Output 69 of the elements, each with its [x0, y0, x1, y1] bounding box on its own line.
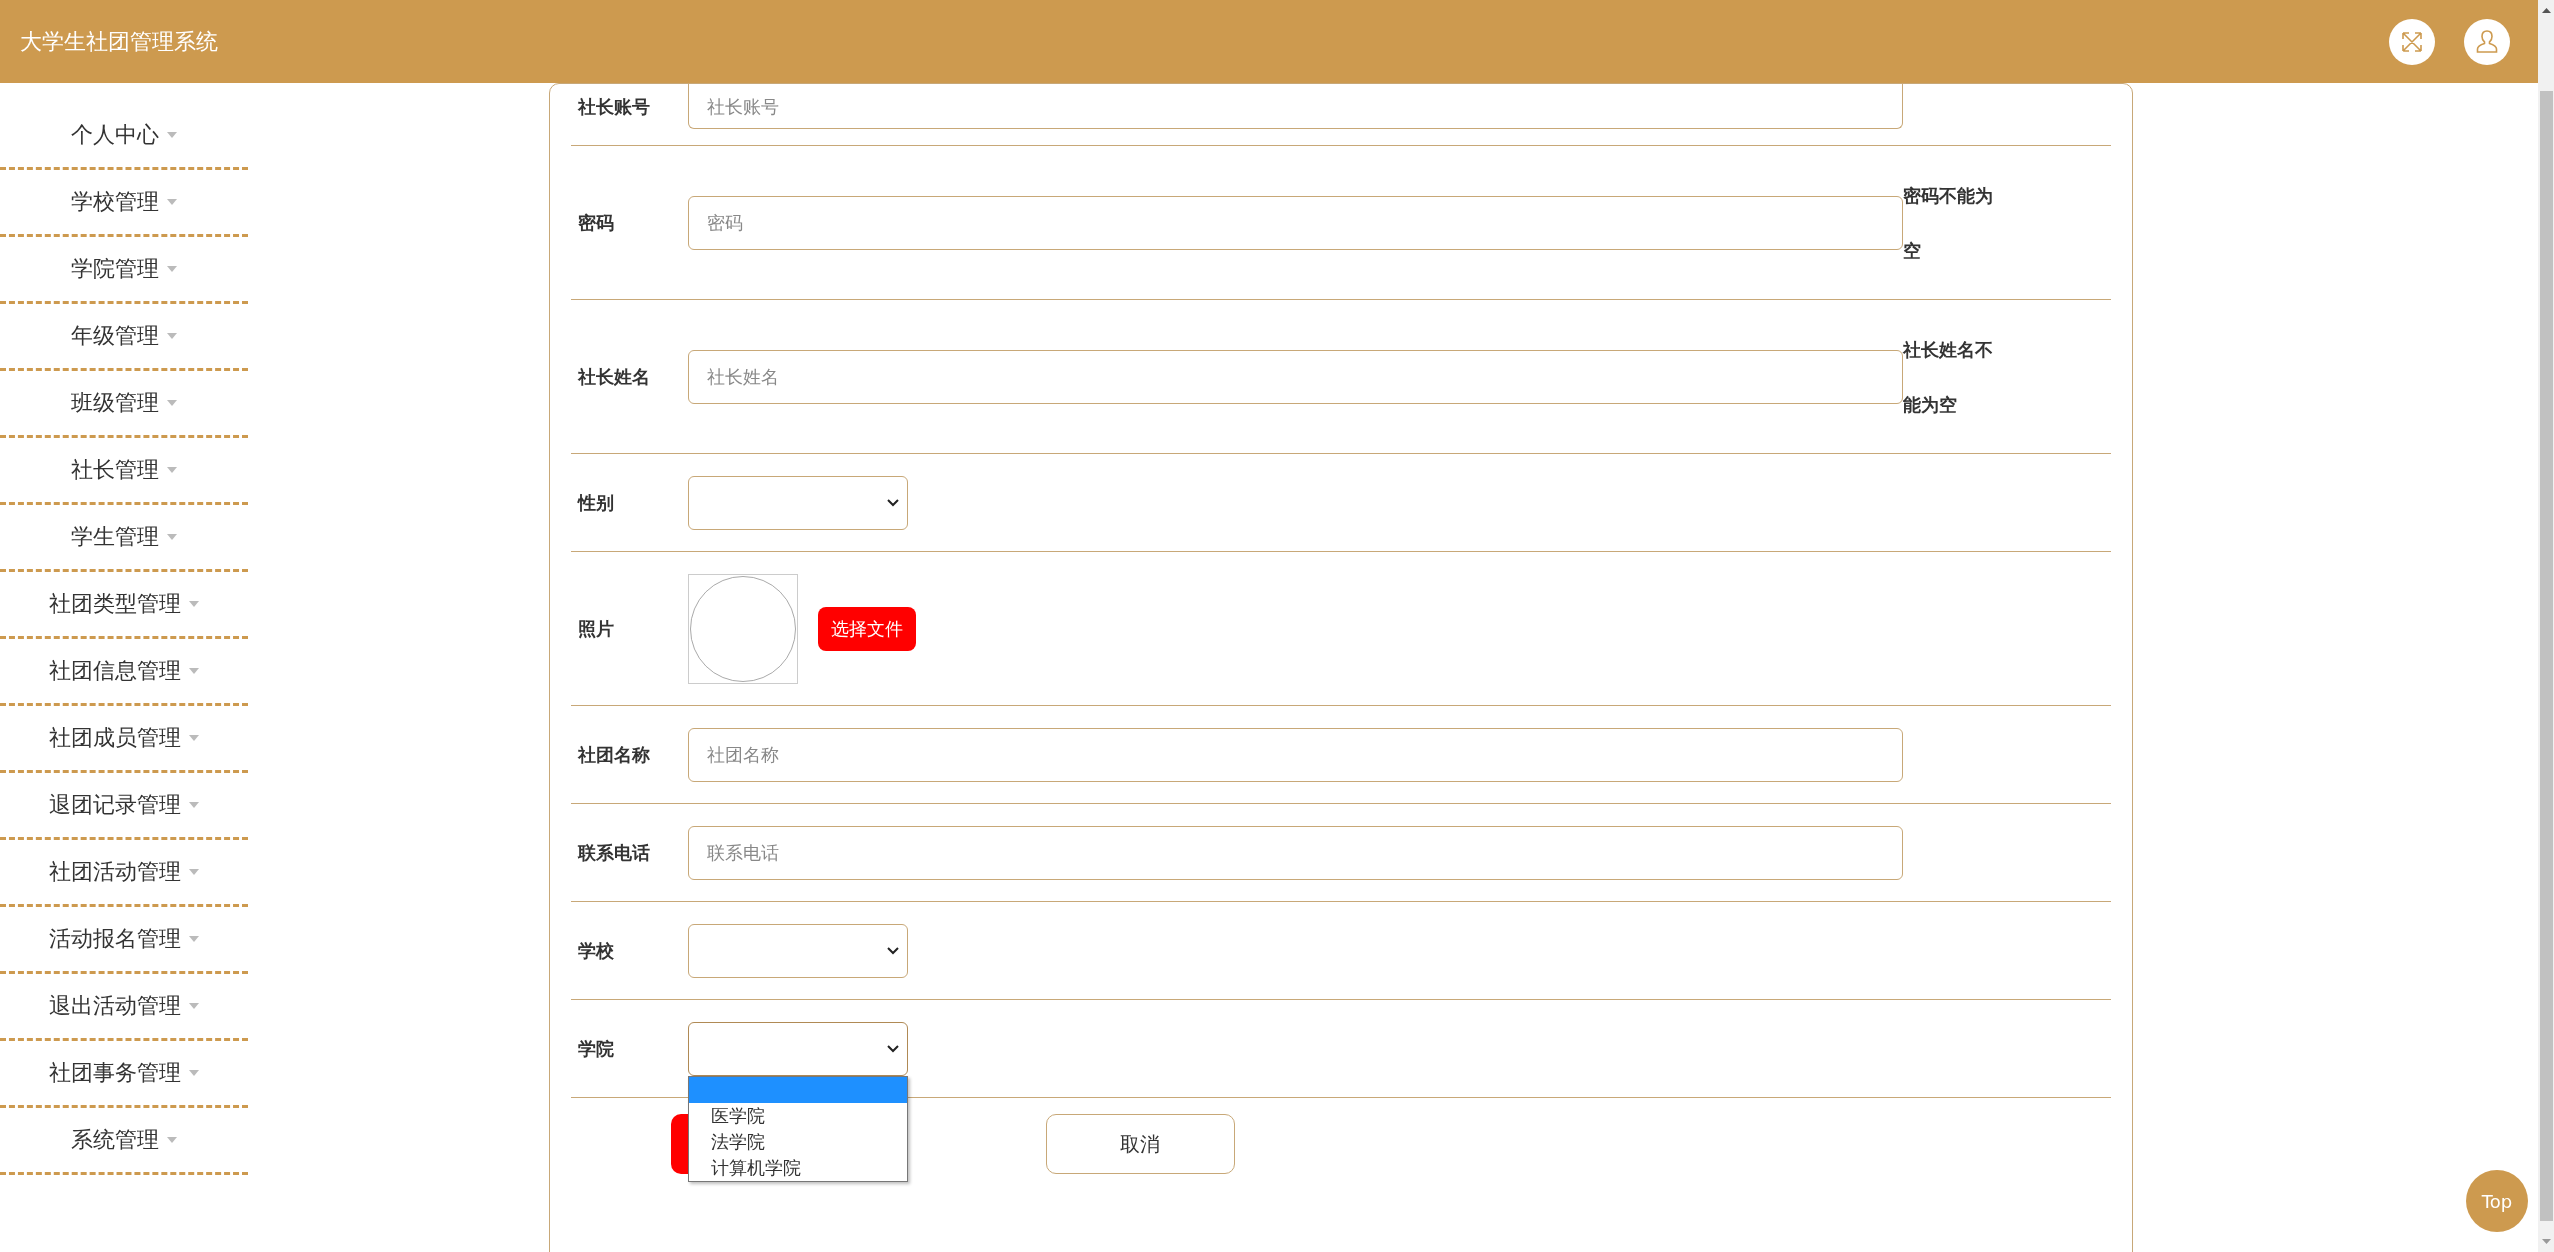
dropdown-field[interactable] [687, 923, 908, 978]
caret-icon [189, 601, 199, 607]
chevron-down-icon [886, 498, 899, 507]
page-scrollbar[interactable] [2538, 0, 2554, 1252]
caret-icon [189, 1070, 199, 1076]
dropdown-option[interactable]: 法学院 [688, 1128, 907, 1155]
choose-file-button[interactable]: 选择文件 [817, 606, 916, 651]
caret-icon [189, 802, 199, 808]
field-label: 社长账号 [577, 95, 651, 119]
sidebar-item[interactable]: 学生管理 [0, 505, 248, 572]
caret-icon [189, 936, 199, 942]
sidebar-item[interactable]: 退出活动管理 [0, 974, 248, 1041]
sidebar-item[interactable]: 学院管理 [0, 237, 248, 304]
input-field[interactable]: 密码 [687, 195, 1903, 250]
caret-icon [167, 266, 177, 272]
error-message: 社长姓名不能为空 [1902, 337, 1993, 417]
chevron-down-icon [886, 946, 899, 955]
caret-icon [189, 1003, 199, 1009]
sidebar-item[interactable]: 年级管理 [0, 304, 248, 371]
scrollbar-thumb[interactable] [2539, 91, 2553, 1221]
input-field[interactable]: 社长姓名 [687, 349, 1903, 404]
caret-icon [189, 869, 199, 875]
field-label: 学院 [577, 1036, 615, 1061]
dropdown-field[interactable] [687, 475, 908, 530]
caret-icon [167, 400, 177, 406]
sidebar-item[interactable]: 班级管理 [0, 371, 248, 438]
dropdown-option[interactable]: 医学院 [688, 1102, 907, 1129]
scroll-down-arrow-icon [2541, 1239, 2551, 1244]
caret-icon [167, 333, 177, 339]
sidebar-item[interactable]: 社团信息管理 [0, 639, 248, 706]
caret-icon [167, 534, 177, 540]
field-label: 照片 [577, 616, 615, 641]
field-label: 联系电话 [577, 840, 651, 865]
sidebar-item[interactable]: 系统管理 [0, 1108, 248, 1175]
input-field[interactable]: 社长账号 [687, 84, 1903, 129]
caret-icon [189, 668, 199, 674]
sidebar-item[interactable]: 社团成员管理 [0, 706, 248, 773]
user-icon [2475, 28, 2499, 55]
sidebar-item[interactable]: 个人中心 [0, 103, 248, 170]
caret-icon [189, 735, 199, 741]
caret-icon [167, 199, 177, 205]
caret-icon [167, 1137, 177, 1143]
field-label: 学校 [577, 938, 615, 963]
dropdown-field[interactable] [687, 1021, 908, 1076]
sidebar-item[interactable]: 社团活动管理 [0, 840, 248, 907]
sidebar-item[interactable]: 社长管理 [0, 438, 248, 505]
expand-arrows-icon [2400, 29, 2424, 54]
fullscreen-button[interactable] [2389, 18, 2435, 65]
field-label: 密码 [577, 210, 615, 235]
input-field[interactable]: 社团名称 [687, 727, 1903, 782]
sidebar-item[interactable]: 社团类型管理 [0, 572, 248, 639]
app-title: 大学生社团管理系统 [20, 27, 218, 56]
caret-icon [167, 467, 177, 473]
chevron-down-icon [886, 1044, 899, 1053]
user-button[interactable] [2464, 18, 2510, 65]
dropdown-option[interactable] [688, 1076, 907, 1103]
sidebar-item[interactable]: 活动报名管理 [0, 907, 248, 974]
cancel-button[interactable]: 取消 [1045, 1114, 1235, 1174]
sidebar-item[interactable]: 退团记录管理 [0, 773, 248, 840]
scroll-up-arrow-icon [2541, 8, 2551, 13]
error-message: 密码不能为空 [1902, 183, 1993, 263]
field-label: 社团名称 [577, 742, 651, 767]
input-field[interactable]: 联系电话 [687, 825, 1903, 880]
sidebar-item[interactable]: 社团事务管理 [0, 1041, 248, 1108]
field-label: 社长姓名 [577, 364, 651, 389]
caret-icon [167, 132, 177, 138]
field-label: 性别 [577, 490, 615, 515]
sidebar-item[interactable]: 学校管理 [0, 170, 248, 237]
dropdown-option[interactable]: 计算机学院 [688, 1154, 907, 1181]
